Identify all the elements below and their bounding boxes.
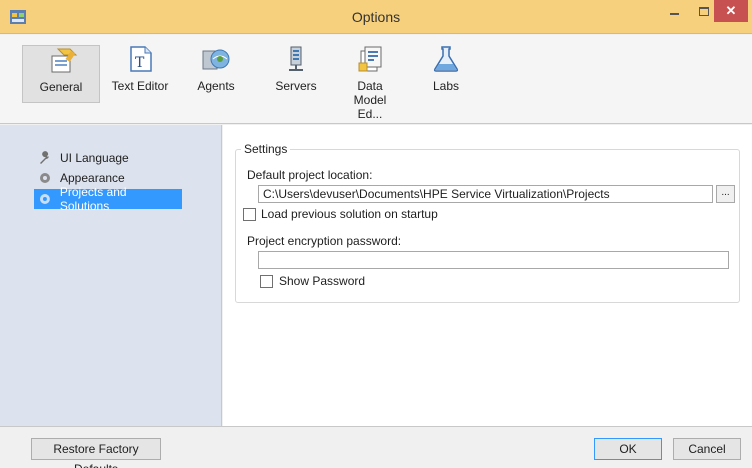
default-location-label: Default project location:: [247, 168, 373, 182]
wrench-icon: [40, 151, 49, 164]
tab-servers[interactable]: Servers: [266, 45, 326, 103]
tab-agents-label: Agents: [197, 79, 235, 93]
options-sidebar: UI Language Appearance Projects and Solu…: [0, 125, 222, 426]
title-bar: Options ✕: [0, 0, 752, 34]
close-button[interactable]: ✕: [714, 0, 748, 22]
svg-text:T: T: [135, 55, 145, 71]
close-icon: ✕: [725, 3, 737, 18]
settings-group-legend: Settings: [241, 142, 291, 156]
show-password-label: Show Password: [279, 274, 366, 288]
tab-data-model-editor[interactable]: Data Model Ed...: [340, 45, 400, 121]
servers-icon: [289, 46, 303, 71]
default-location-field[interactable]: C:\Users\devuser\Documents\HPE Service V…: [258, 185, 713, 203]
tab-text-editor-label: Text Editor: [111, 79, 169, 93]
general-icon: [51, 48, 78, 73]
tab-general-label: General: [39, 80, 83, 94]
tab-agents[interactable]: Agents: [188, 45, 244, 103]
browse-button[interactable]: ...: [716, 185, 735, 203]
tab-data-model-label-line1: Data: [357, 79, 383, 93]
encryption-password-label: Project encryption password:: [247, 234, 402, 248]
tab-data-model-label-line2: Model Ed...: [353, 93, 387, 121]
labs-flask-icon: [433, 46, 459, 72]
load-previous-checkbox[interactable]: [243, 208, 256, 221]
load-previous-label: Load previous solution on startup: [261, 207, 438, 221]
settings-panel: Settings Default project location: C:\Us…: [223, 125, 752, 426]
maximize-icon: [699, 6, 709, 16]
tab-general[interactable]: General: [22, 45, 100, 103]
sidebar-item-label: Appearance: [60, 171, 125, 185]
tab-labs-label: Labs: [432, 79, 460, 93]
encryption-password-field[interactable]: [258, 251, 729, 269]
dialog-footer: Restore Factory Defaults OK Cancel: [0, 426, 752, 468]
ok-button[interactable]: OK: [594, 438, 662, 460]
restore-defaults-button[interactable]: Restore Factory Defaults: [31, 438, 161, 468]
options-toolbar: General T Text Editor Agents Servers Dat…: [0, 35, 752, 124]
agents-icon: [202, 49, 230, 70]
sidebar-item-projects-and-solutions[interactable]: Projects and Solutions: [34, 185, 182, 213]
text-editor-icon: T: [130, 46, 152, 72]
minimize-icon: [669, 13, 679, 15]
gear-icon: [40, 173, 50, 183]
tab-servers-label: Servers: [275, 79, 317, 93]
tab-labs[interactable]: Labs: [424, 45, 468, 103]
minimize-button[interactable]: [660, 0, 688, 22]
window-title: Options: [351, 9, 401, 25]
cancel-button[interactable]: Cancel: [673, 438, 741, 460]
show-password-checkbox[interactable]: [260, 275, 273, 288]
gear-icon: [39, 194, 50, 204]
sidebar-item-label: Projects and Solutions: [59, 185, 127, 213]
data-model-icon: [358, 46, 382, 72]
tab-text-editor[interactable]: T Text Editor: [104, 45, 176, 103]
sidebar-item-label: UI Language: [60, 151, 129, 165]
sidebar-item-ui-language[interactable]: UI Language: [34, 148, 133, 168]
